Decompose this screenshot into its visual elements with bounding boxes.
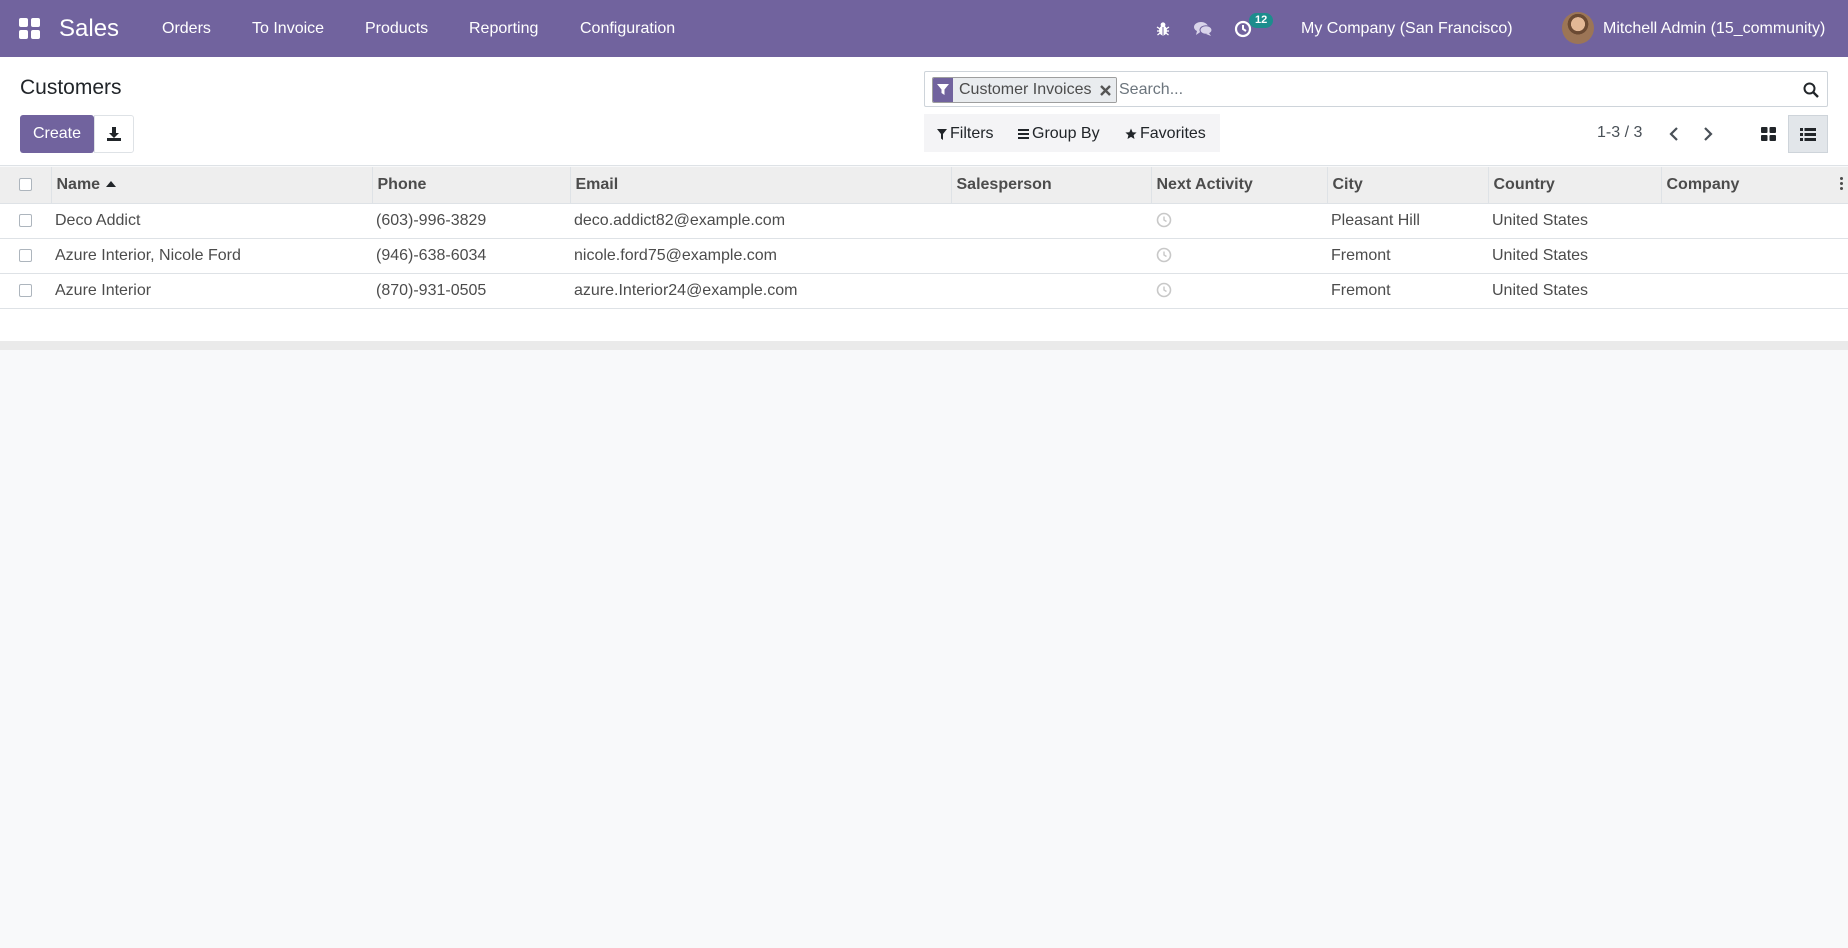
favorites-label: Favorites — [1140, 125, 1206, 142]
cell-city[interactable]: Pleasant Hill — [1327, 203, 1488, 238]
cell-name[interactable]: Azure Interior — [51, 273, 372, 308]
filters-toggle[interactable]: Filters — [937, 124, 994, 144]
bars-icon — [1018, 129, 1029, 139]
group-by-label: Group By — [1032, 125, 1100, 142]
filter-icon — [937, 128, 947, 140]
table-row[interactable]: Azure Interior (870)-931-0505 azure.Inte… — [0, 273, 1848, 308]
menu-reporting[interactable]: Reporting — [469, 19, 538, 39]
select-all-checkbox[interactable] — [18, 178, 32, 192]
group-by-toggle[interactable]: Group By — [1018, 124, 1100, 144]
cell-country[interactable]: United States — [1488, 203, 1661, 238]
cell-next-activity[interactable] — [1151, 238, 1327, 273]
star-icon — [1125, 128, 1137, 139]
cell-email[interactable]: azure.Interior24@example.com — [570, 273, 951, 308]
cell-next-activity[interactable] — [1151, 273, 1327, 308]
menu-configuration[interactable]: Configuration — [580, 19, 675, 39]
cell-phone[interactable]: (603)-996-3829 — [372, 203, 570, 238]
cell-next-activity[interactable] — [1151, 203, 1327, 238]
column-header-salesperson[interactable]: Salesperson — [951, 167, 1152, 204]
column-header-company[interactable]: Company — [1661, 167, 1848, 204]
favorites-toggle[interactable]: Favorites — [1125, 124, 1206, 144]
select-all-cell — [0, 167, 52, 204]
debug-menu-button[interactable] — [1151, 17, 1175, 41]
cell-name[interactable]: Deco Addict — [51, 203, 372, 238]
search-facet: Customer Invoices — [932, 77, 1117, 103]
top-navbar: Sales Orders To Invoice Products Reporti… — [0, 0, 1848, 57]
export-button[interactable] — [94, 115, 134, 153]
table-row[interactable]: Deco Addict (603)-996-3829 deco.addict82… — [0, 203, 1848, 238]
kanban-icon — [1760, 127, 1776, 141]
cell-salesperson[interactable] — [951, 238, 1151, 273]
customers-table: Name Phone Email Salesperson Next Activi… — [0, 167, 1848, 309]
pager-next-button[interactable] — [1696, 122, 1720, 146]
facet-label: Customer Invoices — [953, 78, 1096, 102]
chat-icon — [1194, 22, 1213, 36]
cell-name[interactable]: Azure Interior, Nicole Ford — [51, 238, 372, 273]
column-header-email[interactable]: Email — [570, 167, 952, 204]
cell-company[interactable] — [1661, 238, 1848, 273]
cell-salesperson[interactable] — [951, 273, 1151, 308]
menu-products[interactable]: Products — [365, 19, 428, 39]
cell-salesperson[interactable] — [951, 203, 1151, 238]
row-checkbox[interactable] — [19, 248, 32, 262]
kanban-view-button[interactable] — [1748, 115, 1788, 153]
column-header-city[interactable]: City — [1327, 167, 1489, 204]
search-button[interactable] — [1801, 80, 1821, 100]
cell-country[interactable]: United States — [1488, 273, 1661, 308]
cell-city[interactable]: Fremont — [1327, 273, 1488, 308]
column-header-next-activity[interactable]: Next Activity — [1151, 167, 1328, 204]
filters-label: Filters — [950, 125, 994, 142]
apps-grid-icon — [18, 17, 40, 39]
bug-icon — [1156, 22, 1170, 36]
cell-country[interactable]: United States — [1488, 238, 1661, 273]
activity-counter-badge: 12 — [1249, 13, 1274, 28]
user-menu[interactable]: Mitchell Admin (15_community) — [1603, 19, 1825, 39]
facet-remove-button[interactable] — [1095, 78, 1116, 102]
avatar[interactable] — [1562, 12, 1594, 44]
apps-menu-button[interactable] — [12, 13, 46, 43]
cell-email[interactable]: nicole.ford75@example.com — [570, 238, 951, 273]
row-checkbox[interactable] — [19, 213, 32, 227]
search-input[interactable] — [1119, 79, 1769, 101]
messages-button[interactable] — [1191, 17, 1215, 41]
search-icon — [1803, 82, 1819, 98]
app-brand[interactable]: Sales — [59, 14, 119, 44]
activity-clock-icon[interactable] — [1155, 211, 1173, 229]
cell-company[interactable] — [1661, 203, 1848, 238]
column-header-phone[interactable]: Phone — [372, 167, 571, 204]
page-title: Customers — [20, 76, 122, 99]
search-options-panel: Filters Group By Favorites — [924, 114, 1220, 152]
filter-icon — [933, 78, 953, 102]
chevron-right-icon — [1704, 127, 1713, 141]
cell-city[interactable]: Fremont — [1327, 238, 1488, 273]
chevron-left-icon — [1669, 127, 1678, 141]
cell-phone[interactable]: (870)-931-0505 — [372, 273, 570, 308]
company-switcher[interactable]: My Company (San Francisco) — [1301, 19, 1513, 39]
list-view-button[interactable] — [1788, 115, 1828, 153]
control-panel: Customers Create Customer Invoices Searc… — [0, 57, 1848, 166]
search-bar: Customer Invoices — [924, 71, 1828, 107]
close-icon — [1100, 84, 1111, 96]
column-header-country[interactable]: Country — [1488, 167, 1662, 204]
menu-to-invoice[interactable]: To Invoice — [252, 19, 324, 39]
activity-clock-icon[interactable] — [1155, 246, 1173, 264]
cell-email[interactable]: deco.addict82@example.com — [570, 203, 951, 238]
row-checkbox[interactable] — [19, 283, 32, 297]
download-icon — [107, 127, 121, 141]
create-button[interactable]: Create — [20, 115, 94, 153]
list-icon — [1800, 127, 1816, 141]
menu-orders[interactable]: Orders — [162, 19, 211, 39]
pager-previous-button[interactable] — [1662, 122, 1686, 146]
column-header-name[interactable]: Name — [51, 167, 373, 204]
optional-columns-icon[interactable] — [1840, 176, 1843, 190]
table-header-row: Name Phone Email Salesperson Next Activi… — [0, 167, 1848, 204]
cell-company[interactable] — [1661, 273, 1848, 308]
table-row[interactable]: Azure Interior, Nicole Ford (946)-638-60… — [0, 238, 1848, 273]
cell-phone[interactable]: (946)-638-6034 — [372, 238, 570, 273]
list-view: Name Phone Email Salesperson Next Activi… — [0, 167, 1848, 350]
activity-clock-icon[interactable] — [1155, 281, 1173, 299]
pager-value[interactable]: 1-3 / 3 — [1597, 123, 1642, 143]
sort-ascending-icon — [106, 180, 117, 187]
